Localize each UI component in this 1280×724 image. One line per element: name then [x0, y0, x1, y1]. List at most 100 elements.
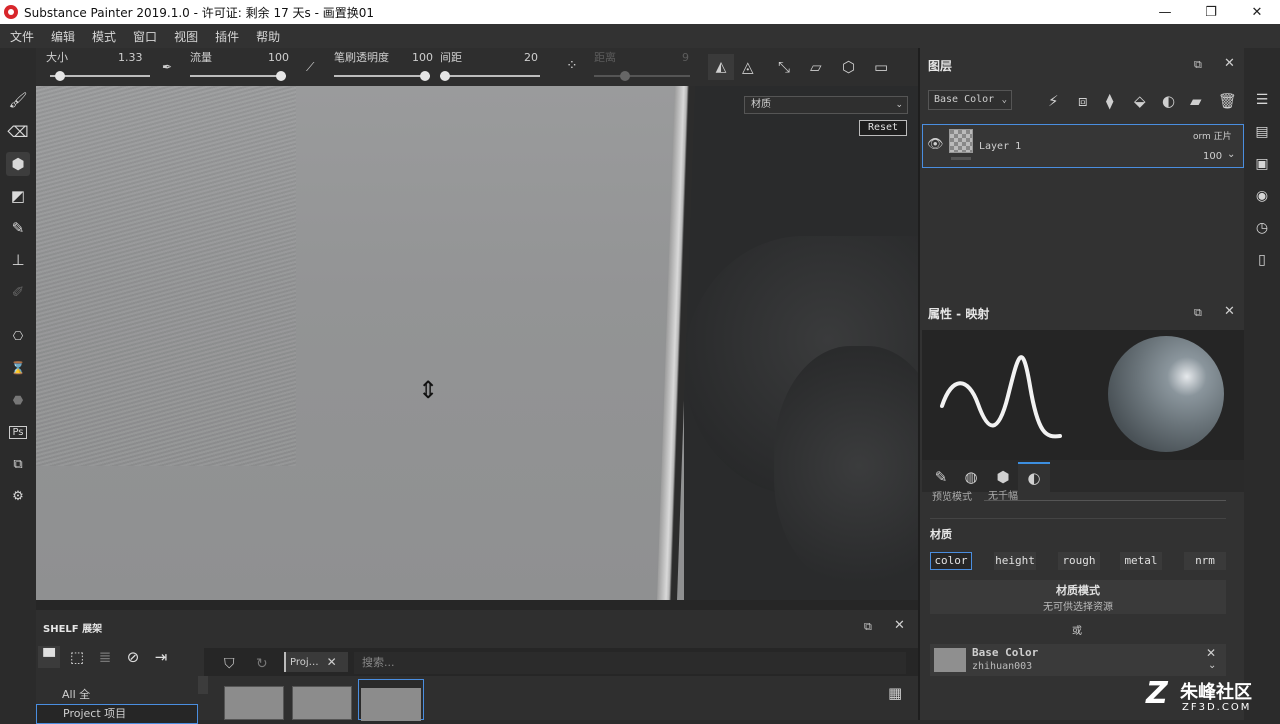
viewport[interactable]: 材质 ⌄ Reset ⇕: [36, 86, 918, 600]
preview-mode-select[interactable]: 无千幅: [984, 487, 1226, 502]
close-panel-icon[interactable]: ✕: [1224, 304, 1235, 319]
close-panel-icon[interactable]: ✕: [1224, 56, 1235, 71]
shelf-search-input[interactable]: 搜索...: [354, 652, 906, 674]
channel-select[interactable]: Base Color ⌄: [928, 90, 1012, 110]
menu-mode[interactable]: 模式: [92, 28, 116, 45]
frame-icon[interactable]: ▱: [810, 58, 822, 76]
iray-icon[interactable]: ⬣: [6, 388, 30, 412]
menu-window[interactable]: 窗口: [133, 28, 157, 45]
history-icon[interactable]: ◷: [1252, 218, 1272, 238]
hide-icon[interactable]: ⊘: [122, 646, 144, 668]
shelf-scrollbar[interactable]: [198, 676, 208, 694]
projection-icon[interactable]: ◬: [742, 58, 754, 76]
smudge-icon[interactable]: ✎: [6, 216, 30, 240]
folder-icon[interactable]: ▀: [38, 646, 60, 668]
filter-icon[interactable]: ⛉: [224, 656, 235, 672]
chevron-down-icon[interactable]: ⌄: [1208, 660, 1216, 671]
base-color-slot[interactable]: Base Color zhihuan003 ✕ ⌄: [930, 644, 1226, 676]
size-value[interactable]: 1.33: [118, 51, 143, 64]
projection-tool-icon[interactable]: ⬢: [6, 152, 30, 176]
float-panel-icon[interactable]: ⧉: [1194, 58, 1202, 72]
add-fill-layer-icon[interactable]: ⬙: [1134, 92, 1146, 110]
opacity-slider[interactable]: [334, 75, 430, 77]
layers-dock-icon[interactable]: ☰: [1252, 90, 1272, 110]
shelf-thumbnail-selected[interactable]: [358, 679, 424, 721]
import-icon[interactable]: ⇥: [150, 646, 172, 668]
texture-set-icon[interactable]: ▤: [1252, 122, 1272, 142]
size-slider-knob[interactable]: [55, 71, 66, 81]
log-icon[interactable]: ▯: [1252, 250, 1272, 270]
spacing-slider[interactable]: [440, 75, 540, 77]
menu-file[interactable]: 文件: [10, 28, 34, 45]
shelf-item-project[interactable]: Project 项目: [36, 704, 198, 724]
hourglass-icon[interactable]: ⌛: [6, 356, 30, 380]
shelf-tab-project[interactable]: Proj… ✕: [284, 652, 348, 672]
close-button[interactable]: ✕: [1234, 0, 1280, 24]
add-layer-icon[interactable]: ⧫: [1106, 92, 1113, 110]
clear-resource-icon[interactable]: ✕: [1206, 646, 1216, 660]
add-effect-icon[interactable]: ⧈: [1078, 92, 1088, 110]
spacing-slider-knob[interactable]: [440, 71, 450, 81]
float-panel-icon[interactable]: ⧉: [1194, 306, 1202, 320]
menu-help[interactable]: 帮助: [256, 28, 280, 45]
float-panel-icon[interactable]: ⧉: [864, 620, 872, 634]
maximize-button[interactable]: ❐: [1188, 0, 1234, 24]
polygon-fill-icon[interactable]: ◩: [6, 184, 30, 208]
cube-icon[interactable]: ⬡: [842, 58, 855, 76]
grid-view-icon[interactable]: ▦: [888, 684, 902, 702]
bake-icon[interactable]: ⎔: [6, 324, 30, 348]
viewport-3d-view[interactable]: [684, 86, 918, 600]
render-icon[interactable]: ⧉: [6, 452, 30, 476]
database-icon[interactable]: ≣: [94, 646, 116, 668]
spacing-value[interactable]: 20: [524, 51, 538, 64]
shelf-item-all[interactable]: All 全: [62, 686, 90, 702]
opacity-value[interactable]: 100: [412, 51, 433, 64]
symmetry-icon[interactable]: ◭: [708, 54, 734, 80]
photoshop-export-icon[interactable]: Ps: [6, 420, 30, 444]
menu-plugins[interactable]: 插件: [215, 28, 239, 45]
paint-brush-icon[interactable]: 🖌: [6, 88, 30, 112]
channel-color-button[interactable]: color: [930, 552, 972, 570]
flow-slider-knob[interactable]: [276, 71, 286, 81]
display-settings-icon[interactable]: ▣: [1252, 154, 1272, 174]
channel-metal-button[interactable]: metal: [1120, 552, 1162, 570]
layer-thumbnail[interactable]: [949, 129, 973, 153]
add-mask-icon[interactable]: ◐: [1162, 92, 1175, 110]
menu-view[interactable]: 视图: [174, 28, 198, 45]
material-mode-select[interactable]: 材质 ⌄: [744, 96, 908, 114]
base-color-swatch[interactable]: [934, 648, 966, 672]
eraser-icon[interactable]: ⌫: [6, 120, 30, 144]
minimize-button[interactable]: —: [1142, 0, 1188, 24]
opacity-slider-knob[interactable]: [420, 71, 430, 81]
layer-opacity[interactable]: 100: [1203, 151, 1222, 162]
add-folder-icon[interactable]: ▰: [1190, 92, 1202, 110]
close-panel-icon[interactable]: ✕: [894, 618, 905, 633]
visibility-eye-icon[interactable]: 👁: [927, 137, 944, 152]
layer-blend-mode[interactable]: orm 正片: [1193, 129, 1232, 142]
color-picker-icon[interactable]: ✐: [6, 280, 30, 304]
menu-edit[interactable]: 编辑: [51, 28, 75, 45]
shelf-thumbnail[interactable]: [292, 686, 352, 720]
delete-icon[interactable]: 🗑: [1218, 92, 1237, 110]
channel-rough-button[interactable]: rough: [1058, 552, 1100, 570]
refresh-icon[interactable]: ↻: [256, 656, 268, 672]
layer-name[interactable]: Layer 1: [979, 141, 1021, 152]
shelf-thumbnail[interactable]: [224, 686, 284, 720]
material-mode-slot[interactable]: 材质模式 无可供选择资源: [930, 580, 1226, 614]
clone-stamp-icon[interactable]: ⊥: [6, 248, 30, 272]
close-tab-icon[interactable]: ✕: [327, 655, 337, 669]
reset-button[interactable]: Reset: [859, 120, 907, 136]
layer-row[interactable]: 👁 Layer 1 orm 正片 100 ⌄: [922, 124, 1244, 168]
brush-icon[interactable]: ✒: [162, 60, 172, 74]
magic-wand-icon[interactable]: ⚡: [1048, 92, 1059, 110]
stroke-icon[interactable]: ⟋: [306, 60, 314, 75]
flow-value[interactable]: 100: [268, 51, 289, 64]
viewport-2d-surface[interactable]: [36, 86, 686, 600]
new-item-icon[interactable]: ⬚: [66, 646, 88, 668]
jitter-icon[interactable]: ⁘: [566, 58, 578, 74]
transform-icon[interactable]: ⤡: [778, 58, 790, 76]
channel-nrm-button[interactable]: nrm: [1184, 552, 1226, 570]
channel-height-button[interactable]: height: [994, 552, 1036, 570]
environment-icon[interactable]: ◉: [1252, 186, 1272, 206]
settings-icon[interactable]: ⚙: [6, 484, 30, 508]
